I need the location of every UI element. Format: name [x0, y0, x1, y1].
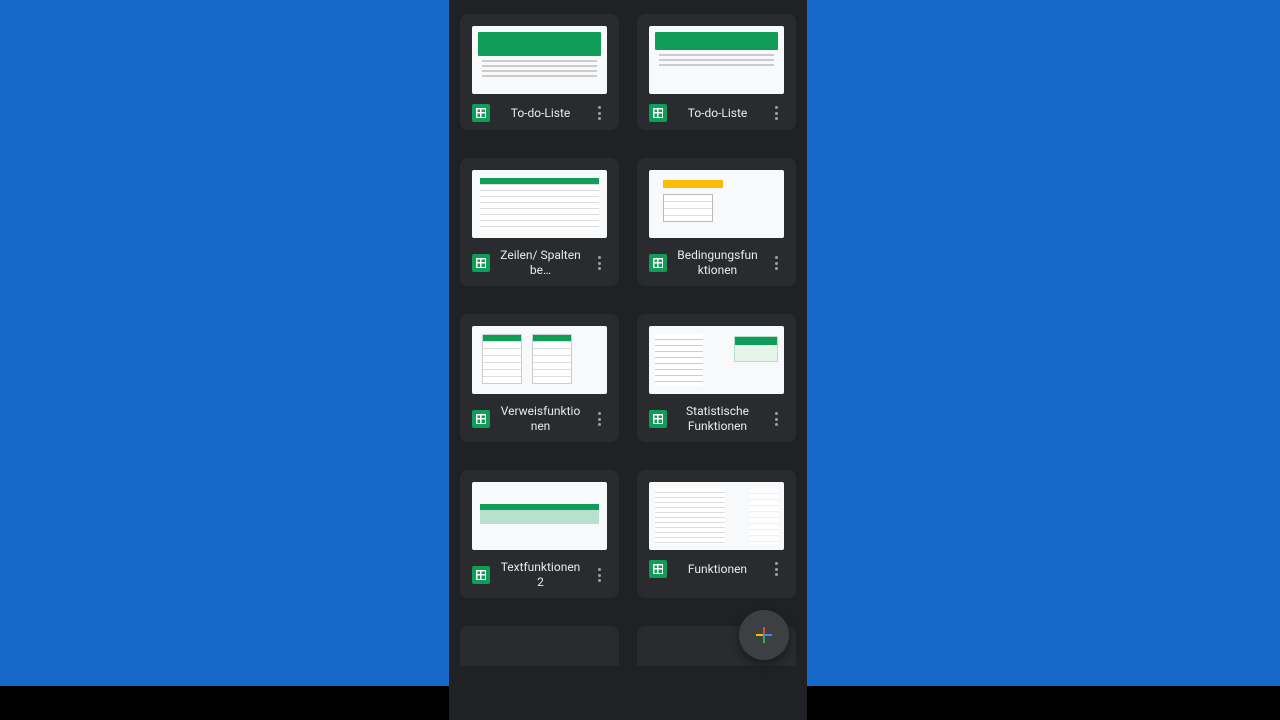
more-icon[interactable]	[591, 412, 607, 426]
file-thumbnail	[472, 482, 607, 550]
file-title: To-do-Liste	[675, 106, 760, 121]
file-thumbnail	[472, 170, 607, 238]
file-thumbnail	[649, 482, 784, 550]
file-thumbnail	[649, 26, 784, 94]
more-icon[interactable]	[768, 256, 784, 270]
file-title: Statistische Funktionen	[675, 404, 760, 434]
file-card[interactable]: To-do-Liste	[637, 14, 796, 130]
sheets-icon	[472, 566, 490, 584]
sheets-icon	[472, 254, 490, 272]
file-card-partial[interactable]	[460, 626, 619, 666]
files-grid: To-do-Liste To-do-Liste	[460, 0, 796, 598]
sheets-icon	[649, 410, 667, 428]
file-thumbnail	[472, 26, 607, 94]
file-title: Funktionen	[675, 562, 760, 577]
file-thumbnail	[472, 326, 607, 394]
more-icon[interactable]	[591, 568, 607, 582]
file-title: Verweisfunktionen	[498, 404, 583, 434]
file-card[interactable]: To-do-Liste	[460, 14, 619, 130]
file-card[interactable]: Verweisfunktionen	[460, 314, 619, 442]
file-card[interactable]: Funktionen	[637, 470, 796, 598]
more-icon[interactable]	[768, 106, 784, 120]
phone-frame: To-do-Liste To-do-Liste	[449, 0, 807, 720]
file-thumbnail	[649, 326, 784, 394]
file-card[interactable]: Statistische Funktionen	[637, 314, 796, 442]
file-title: To-do-Liste	[498, 106, 583, 121]
file-title: Textfunktionen 2	[498, 560, 583, 590]
sheets-icon	[649, 104, 667, 122]
sheets-icon	[649, 254, 667, 272]
file-card[interactable]: Zeilen/ Spalten be…	[460, 158, 619, 286]
fab-new[interactable]	[739, 610, 789, 660]
sheets-icon	[472, 410, 490, 428]
file-card[interactable]: Textfunktionen 2	[460, 470, 619, 598]
more-icon[interactable]	[591, 256, 607, 270]
more-icon[interactable]	[591, 106, 607, 120]
more-icon[interactable]	[768, 562, 784, 576]
file-title: Zeilen/ Spalten be…	[498, 248, 583, 278]
more-icon[interactable]	[768, 412, 784, 426]
file-thumbnail	[649, 170, 784, 238]
file-card[interactable]: Bedingungsfunktionen	[637, 158, 796, 286]
sheets-icon	[472, 104, 490, 122]
sheets-icon	[649, 560, 667, 578]
plus-icon	[752, 623, 776, 647]
file-title: Bedingungsfunktionen	[675, 248, 760, 278]
